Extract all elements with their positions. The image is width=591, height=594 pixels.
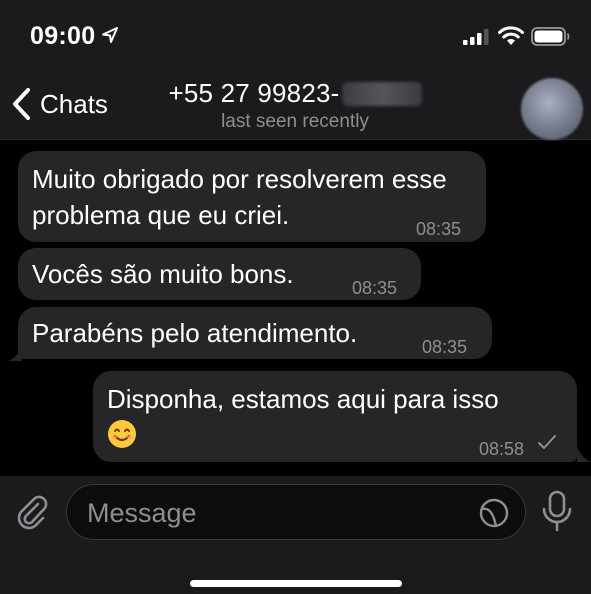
location-arrow-icon: [102, 27, 118, 43]
signal-bars-icon: [463, 29, 489, 45]
message-time: 08:35: [416, 219, 462, 239]
message-bubble-incoming[interactable]: Vocês são muito bons. 08:35: [18, 248, 421, 300]
redacted-digits: [341, 81, 422, 106]
check-icon: [538, 435, 556, 449]
bubble-tail-outgoing: [577, 446, 591, 462]
message-list: Muito obrigado por resolverem esse probl…: [0, 141, 591, 476]
chat-header: Chats +55 27 99823- last seen recently: [0, 70, 591, 140]
message-time: 08:35: [422, 337, 468, 357]
microphone-icon[interactable]: [540, 490, 574, 532]
message-time: 08:58: [479, 439, 525, 459]
message-placeholder: Message: [87, 498, 197, 528]
paperclip-icon[interactable]: [14, 494, 50, 530]
battery-icon: [531, 27, 570, 46]
message-bubble-incoming[interactable]: Parabéns pelo atendimento. 08:35: [18, 307, 492, 359]
message-text: Muito obrigado por resolverem esse probl…: [32, 164, 447, 230]
contact-phone: +55 27 99823-: [168, 78, 340, 108]
message-bubble-outgoing[interactable]: Disponha, estamos aqui para isso 08:58: [93, 371, 577, 462]
contact-status: last seen recently: [221, 111, 369, 132]
message-text: Disponha, estamos aqui para isso: [107, 384, 499, 414]
back-button[interactable]: Chats: [10, 86, 108, 122]
wifi-icon: [498, 26, 524, 45]
message-input[interactable]: Message: [66, 484, 526, 540]
status-bar: 09:00: [0, 0, 591, 70]
message-text: Vocês são muito bons.: [32, 259, 294, 289]
contact-name: +55 27 99823-: [168, 78, 422, 109]
home-indicator: [190, 580, 402, 587]
status-time: 09:00: [30, 22, 96, 50]
back-label: Chats: [40, 88, 108, 119]
message-bubble-incoming[interactable]: Muito obrigado por resolverem esse probl…: [18, 151, 486, 242]
contact-title[interactable]: +55 27 99823- last seen recently: [140, 78, 450, 133]
chevron-left-icon: [13, 88, 30, 120]
message-text: Parabéns pelo atendimento.: [32, 318, 358, 348]
sticker-icon[interactable]: [478, 497, 510, 529]
bubble-tail-incoming: [8, 345, 22, 361]
avatar[interactable]: [521, 78, 583, 140]
smiling-face-emoji: [108, 420, 136, 448]
message-time: 08:35: [352, 278, 398, 298]
composer-bar: Message: [0, 476, 591, 594]
